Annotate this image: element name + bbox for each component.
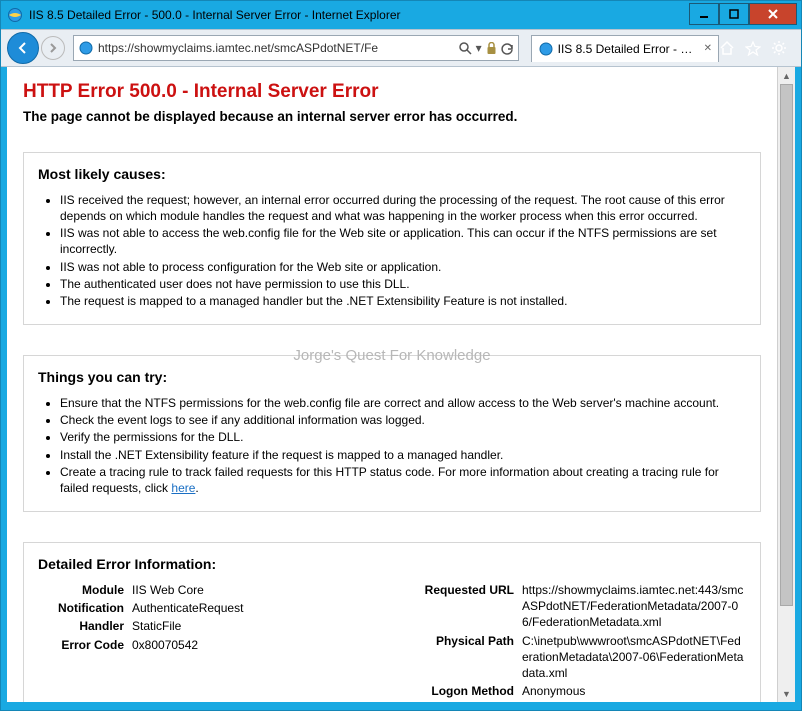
refresh-icon[interactable]	[501, 41, 514, 55]
label-handler: Handler	[38, 618, 132, 634]
label-notification: Notification	[38, 600, 132, 616]
tools-icon[interactable]	[771, 40, 787, 56]
window-title: IIS 8.5 Detailed Error - 500.0 - Interna…	[29, 8, 689, 22]
list-item: IIS was not able to process configuratio…	[60, 259, 746, 275]
favorites-icon[interactable]	[745, 40, 761, 56]
causes-heading: Most likely causes:	[38, 165, 746, 184]
window-frame: IIS 8.5 Detailed Error - 500.0 - Interna…	[0, 0, 802, 711]
tab-strip: IIS 8.5 Detailed Error - 500.0 ... ✕	[531, 35, 719, 62]
search-icon[interactable]	[459, 41, 472, 55]
detail-col-left: ModuleIIS Web Core NotificationAuthentic…	[38, 582, 380, 702]
scroll-up-icon[interactable]: ▲	[778, 67, 795, 84]
list-item: Check the event logs to see if any addit…	[60, 412, 746, 428]
list-item: Ensure that the NTFS permissions for the…	[60, 395, 746, 411]
home-icon[interactable]	[719, 40, 735, 56]
ie-favicon-icon	[78, 40, 94, 56]
error-subtitle: The page cannot be displayed because an …	[23, 109, 761, 124]
address-bar-icons: ▾	[459, 41, 514, 55]
ie-icon	[7, 7, 23, 23]
tab-label: IIS 8.5 Detailed Error - 500.0 ...	[558, 42, 698, 56]
here-link[interactable]: here	[171, 481, 195, 495]
list-item: The authenticated user does not have per…	[60, 276, 746, 292]
value-logonuser: Anonymous	[522, 701, 746, 702]
address-bar[interactable]: ▾	[73, 35, 519, 61]
list-item: IIS was not able to access the web.confi…	[60, 225, 746, 257]
value-logonmethod: Anonymous	[522, 683, 746, 699]
minimize-button[interactable]	[689, 3, 719, 25]
value-physpath: C:\inetpub\wwwroot\smcASPdotNET\Federati…	[522, 633, 746, 682]
titlebar: IIS 8.5 Detailed Error - 500.0 - Interna…	[1, 1, 801, 29]
detail-table: ModuleIIS Web Core NotificationAuthentic…	[38, 582, 746, 702]
ie-tab-icon	[538, 41, 554, 57]
back-button[interactable]	[7, 32, 39, 64]
value-errorcode: 0x80070542	[132, 637, 380, 653]
label-requrl: Requested URL	[404, 582, 522, 631]
close-button[interactable]	[749, 3, 797, 25]
navigation-bar: ▾ IIS 8.5 Detailed Error - 500.0 ... ✕	[1, 29, 801, 67]
value-handler: StaticFile	[132, 618, 380, 634]
watermark-text: Jorge's Quest For Knowledge	[24, 346, 760, 366]
try-last-prefix: Create a tracing rule to track failed re…	[60, 465, 719, 495]
try-heading: Things you can try:	[38, 368, 746, 387]
label-errorcode: Error Code	[38, 637, 132, 653]
error-title: HTTP Error 500.0 - Internal Server Error	[23, 81, 761, 103]
detail-panel: Detailed Error Information: ModuleIIS We…	[23, 542, 761, 702]
causes-panel: Most likely causes: IIS received the req…	[23, 152, 761, 325]
label-logonuser: Logon User	[404, 701, 522, 702]
list-item: Verify the permissions for the DLL.	[60, 429, 746, 445]
value-module: IIS Web Core	[132, 582, 380, 598]
try-last-suffix: .	[195, 481, 198, 495]
list-item: Install the .NET Extensibility feature i…	[60, 447, 746, 463]
url-input[interactable]	[98, 37, 459, 59]
try-panel: Jorge's Quest For Knowledge Things you c…	[23, 355, 761, 512]
detail-heading: Detailed Error Information:	[38, 555, 746, 574]
scroll-down-icon[interactable]: ▼	[778, 685, 795, 702]
tab-close-icon[interactable]: ✕	[704, 43, 712, 54]
label-module: Module	[38, 582, 132, 598]
list-item: The request is mapped to a managed handl…	[60, 293, 746, 309]
label-physpath: Physical Path	[404, 633, 522, 682]
try-list: Ensure that the NTFS permissions for the…	[38, 395, 746, 496]
value-requrl: https://showmyclaims.iamtec.net:443/smcA…	[522, 582, 746, 631]
vertical-scrollbar[interactable]: ▲ ▼	[777, 67, 795, 702]
value-notification: AuthenticateRequest	[132, 600, 380, 616]
command-bar	[719, 40, 795, 56]
window-controls	[689, 3, 797, 23]
list-item: IIS received the request; however, an in…	[60, 192, 746, 224]
forward-button[interactable]	[41, 36, 65, 60]
causes-list: IIS received the request; however, an in…	[38, 192, 746, 309]
dropdown-icon[interactable]: ▾	[476, 41, 482, 55]
list-item: Create a tracing rule to track failed re…	[60, 464, 746, 496]
page-content: HTTP Error 500.0 - Internal Server Error…	[7, 67, 777, 702]
detail-col-right: Requested URLhttps://showmyclaims.iamtec…	[404, 582, 746, 702]
scroll-thumb[interactable]	[780, 84, 793, 606]
lock-icon	[486, 41, 497, 55]
browser-tab[interactable]: IIS 8.5 Detailed Error - 500.0 ... ✕	[531, 35, 719, 62]
label-logonmethod: Logon Method	[404, 683, 522, 699]
maximize-button[interactable]	[719, 3, 749, 25]
